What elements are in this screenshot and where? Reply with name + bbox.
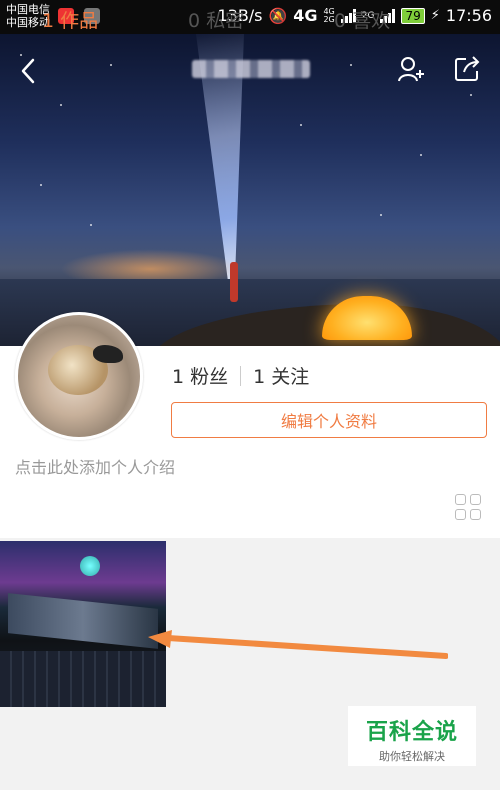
follow-count: 1 [253, 366, 266, 388]
follow-stat[interactable]: 1 关注 [253, 362, 309, 389]
tab-likes[interactable]: 0 喜欢 [334, 6, 390, 33]
network-type: 4G [293, 6, 318, 25]
tab-private-label: 私密 [206, 10, 245, 32]
watermark-title: 百科全说 [365, 720, 458, 745]
watermark-subtitle: 助你轻松解决 [379, 750, 445, 763]
chevron-left-icon [21, 58, 35, 84]
clock: 17:56 [445, 6, 492, 25]
work-thumbnail[interactable] [0, 541, 166, 707]
add-user-icon [398, 57, 424, 82]
share-icon [455, 56, 480, 81]
back-button[interactable] [14, 56, 44, 86]
fans-count: 1 [172, 366, 185, 388]
person-silhouette [230, 262, 238, 302]
grid-icon [455, 494, 466, 505]
fans-stat[interactable]: 1 粉丝 [172, 362, 228, 389]
mute-icon: 🔕 [268, 6, 288, 25]
share-button[interactable] [452, 54, 482, 84]
tab-works-label: 作品 [60, 10, 99, 32]
stats-divider [240, 365, 242, 386]
tab-works[interactable]: 1 作品 [42, 6, 98, 33]
tab-works-count: 1 [42, 10, 55, 32]
add-friend-button[interactable] [396, 54, 426, 84]
fans-label: 粉丝 [190, 366, 229, 388]
tab-likes-label: 喜欢 [352, 10, 391, 32]
follow-label: 关注 [271, 366, 310, 388]
charging-icon: ⚡ [430, 8, 440, 23]
tab-likes-count: 0 [334, 10, 347, 32]
avatar[interactable] [15, 312, 143, 440]
tab-private[interactable]: 0 私密 [188, 6, 244, 33]
add-intro-link[interactable]: 点击此处添加个人介绍 [15, 454, 175, 478]
watermark-logo: 百科全说 助你轻松解决 [348, 706, 476, 766]
grid-view-button[interactable] [455, 494, 481, 520]
tab-private-count: 0 [188, 10, 201, 32]
edit-profile-button[interactable]: 编辑个人资料 [171, 402, 487, 438]
annotation-arrow [148, 630, 448, 659]
username-title-blurred [192, 60, 310, 78]
profile-stats: 1 粉丝 1 关注 [172, 362, 309, 389]
battery-indicator: 79 [401, 7, 425, 24]
